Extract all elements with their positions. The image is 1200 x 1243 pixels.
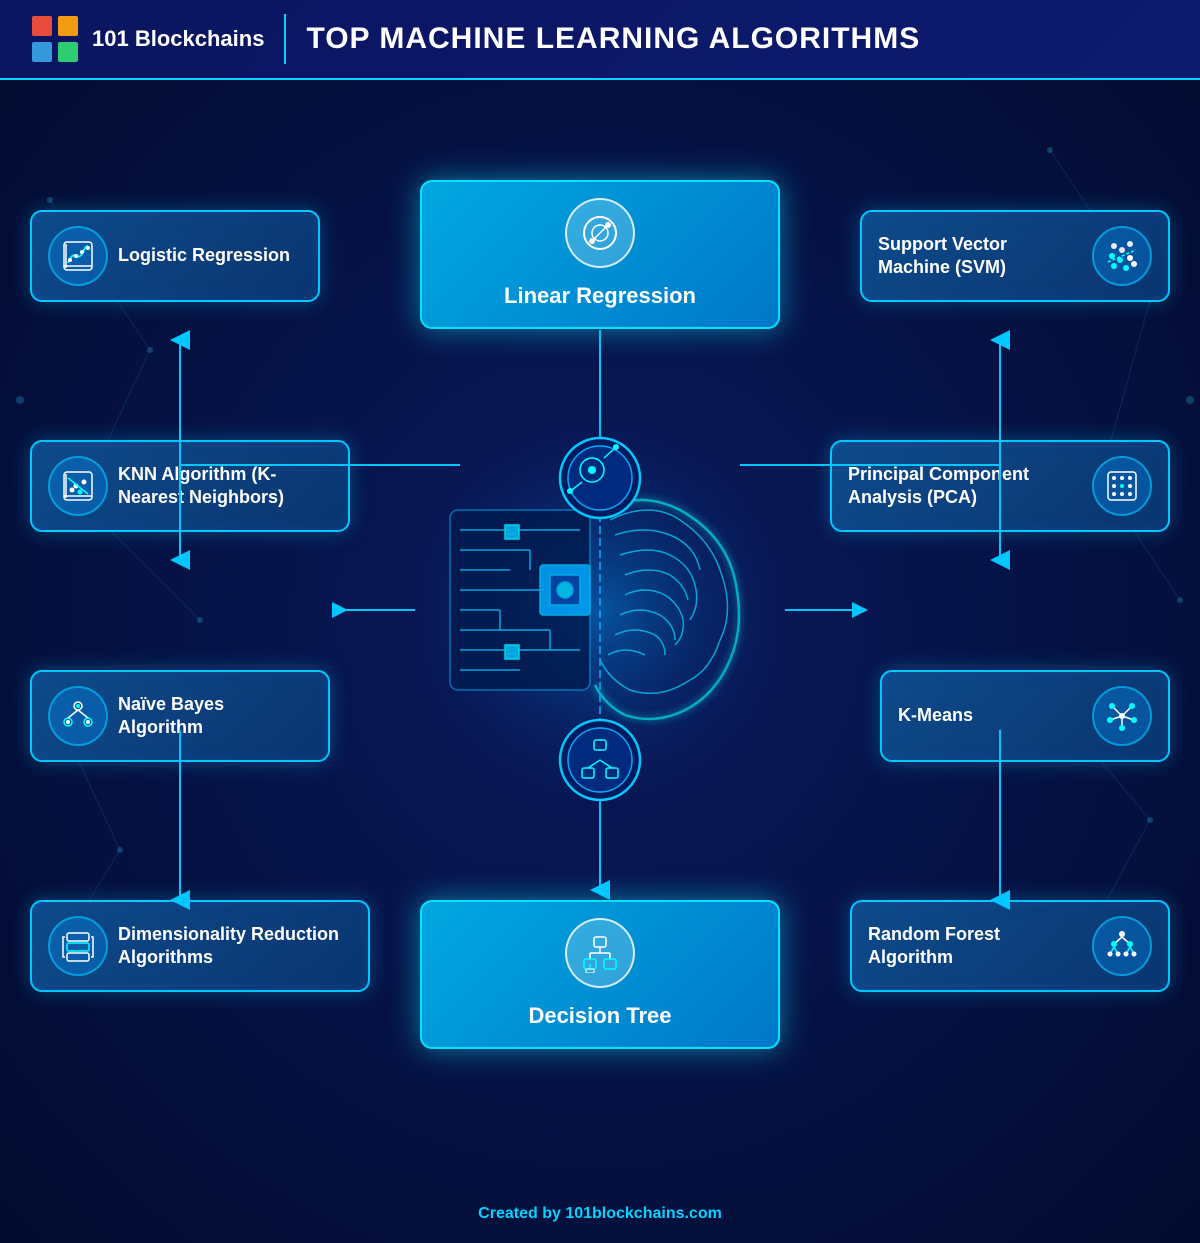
brand-name: 101 Blockchains <box>92 26 264 52</box>
card-random-forest: Random Forest Algorithm <box>850 900 1170 992</box>
header: 101 Blockchains TOP MACHINE LEARNING ALG… <box>0 0 1200 80</box>
linear-regression-icon <box>565 198 635 268</box>
card-svm: Support Vector Machine (SVM) <box>860 210 1170 302</box>
kmeans-label: K-Means <box>898 704 973 727</box>
linear-regression-label: Linear Regression <box>504 282 696 311</box>
logo-icon <box>30 14 80 64</box>
card-knn: KNN Algorithm (K-Nearest Neighbors) <box>30 440 350 532</box>
card-dimensionality: Dimensionality Reduction Algorithms <box>30 900 370 992</box>
card-pca: Principal Component Analysis (PCA) <box>830 440 1170 532</box>
dimensionality-icon <box>48 916 108 976</box>
card-kmeans: K-Means <box>880 670 1170 762</box>
card-naive-bayes: Naïve Bayes Algorithm <box>30 670 330 762</box>
card-linear-regression: Linear Regression <box>420 180 780 329</box>
naive-bayes-icon <box>48 686 108 746</box>
decision-tree-icon <box>565 918 635 988</box>
header-divider <box>284 14 286 64</box>
footer-text: Created by <box>478 1205 565 1222</box>
decision-tree-label: Decision Tree <box>528 1002 671 1031</box>
logistic-regression-label: Logistic Regression <box>118 244 290 267</box>
main-content: Linear Regression Logistic Regression Su… <box>0 80 1200 1243</box>
svm-label: Support Vector Machine (SVM) <box>878 233 1082 280</box>
pca-icon <box>1092 456 1152 516</box>
page-title: TOP MACHINE LEARNING ALGORITHMS <box>306 22 920 56</box>
kmeans-icon <box>1092 686 1152 746</box>
pca-label: Principal Component Analysis (PCA) <box>848 463 1082 510</box>
card-decision-tree: Decision Tree <box>420 900 780 1049</box>
footer-link: 101blockchains.com <box>565 1205 722 1222</box>
card-logistic-regression: Logistic Regression <box>30 210 320 302</box>
random-forest-label: Random Forest Algorithm <box>868 923 1082 970</box>
svm-icon <box>1092 226 1152 286</box>
dimensionality-label: Dimensionality Reduction Algorithms <box>118 923 352 970</box>
footer: Created by 101blockchains.com <box>0 1205 1200 1223</box>
naive-bayes-label: Naïve Bayes Algorithm <box>118 693 312 740</box>
knn-icon <box>48 456 108 516</box>
brain-diagram <box>350 370 850 850</box>
logo-area: 101 Blockchains <box>30 14 264 64</box>
random-forest-icon <box>1092 916 1152 976</box>
knn-label: KNN Algorithm (K-Nearest Neighbors) <box>118 463 332 510</box>
logistic-regression-icon <box>48 226 108 286</box>
